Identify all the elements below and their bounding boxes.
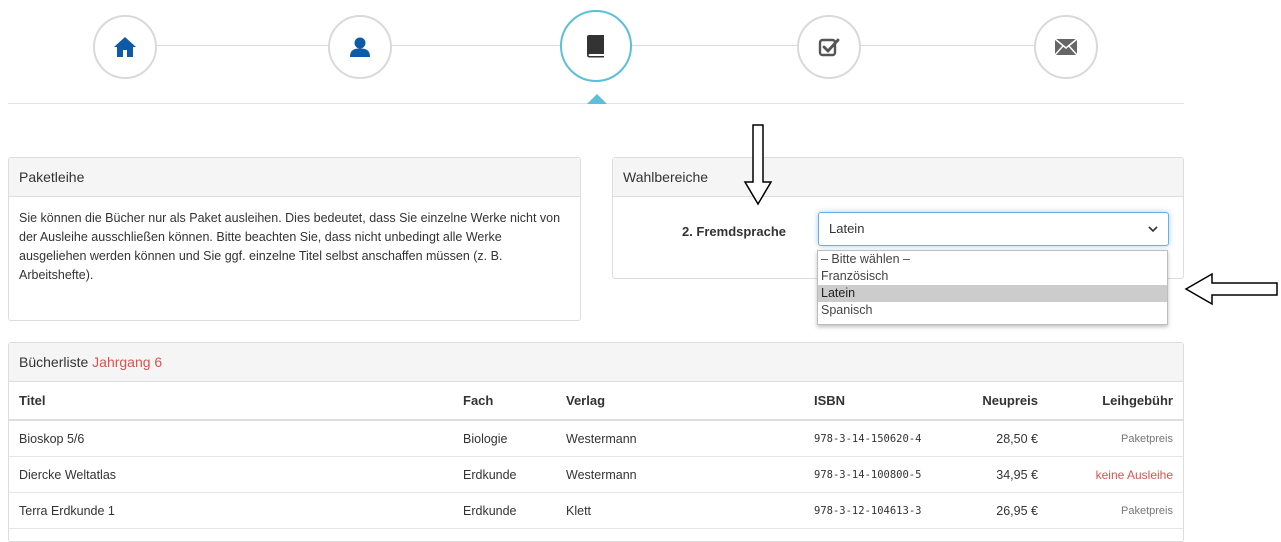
- user-icon: [350, 37, 370, 57]
- table-row: Bioskop 5/6 Biologie Westermann 978-3-14…: [9, 420, 1183, 457]
- column-header-leihgebuehr: Leihgebühr: [1048, 382, 1183, 421]
- cell-neupreis: 28,50 €: [958, 420, 1048, 457]
- step-confirm[interactable]: [797, 15, 861, 79]
- cell-verlag: Westermann: [556, 456, 804, 493]
- book-icon: [587, 35, 604, 58]
- jahrgang-label: Jahrgang 6: [92, 354, 163, 370]
- step-books[interactable]: [560, 10, 632, 82]
- table-header-row: Titel Fach Verlag ISBN Neupreis Leihgebü…: [9, 382, 1183, 421]
- column-header-verlag: Verlag: [556, 382, 804, 421]
- table-row: Terra Erdkunde 1 Erdkunde Klett 978-3-12…: [9, 492, 1183, 529]
- dropdown-option[interactable]: Französisch: [818, 268, 1167, 285]
- cell-leihgebuehr: Paketpreis: [1048, 492, 1183, 529]
- step-home[interactable]: [93, 15, 157, 79]
- dropdown-option[interactable]: Spanisch: [818, 302, 1167, 319]
- wizard-stepper: [0, 0, 1281, 120]
- dropdown-option[interactable]: – Bitte wählen –: [818, 251, 1167, 268]
- paketleihe-text: Sie können die Bücher nur als Paket ausl…: [19, 211, 561, 282]
- annotation-arrow-left-icon: [1184, 272, 1278, 306]
- envelope-icon: [1054, 38, 1078, 56]
- select-current-value: Latein: [829, 221, 865, 236]
- column-header-isbn: ISBN: [804, 382, 958, 421]
- cell-fach: Biologie: [453, 420, 556, 457]
- buecherliste-title-prefix: Bücherliste: [19, 354, 89, 370]
- wahlbereiche-title: Wahlbereiche: [613, 158, 1183, 197]
- table-row: Diercke Weltatlas Erdkunde Westermann 97…: [9, 456, 1183, 493]
- buecherliste-panel: Bücherliste Jahrgang 6 Titel Fach Verlag…: [8, 342, 1184, 542]
- check-square-icon: [818, 38, 840, 57]
- cell-fach: Erdkunde: [453, 456, 556, 493]
- chevron-down-icon: [1148, 226, 1158, 233]
- cell-leihgebuehr: keine Ausleihe: [1048, 456, 1183, 493]
- paketleihe-panel: Paketleihe Sie können die Bücher nur als…: [8, 157, 581, 321]
- buecherliste-title: Bücherliste Jahrgang 6: [9, 343, 1183, 382]
- active-step-caret: [587, 94, 607, 104]
- buecher-table: Titel Fach Verlag ISBN Neupreis Leihgebü…: [9, 382, 1183, 529]
- cell-isbn: 978-3-14-100800-5: [804, 456, 958, 493]
- cell-fach: Erdkunde: [453, 492, 556, 529]
- cell-isbn: 978-3-12-104613-3: [804, 492, 958, 529]
- cell-titel: Diercke Weltatlas: [9, 456, 453, 493]
- cell-verlag: Klett: [556, 492, 804, 529]
- cell-isbn: 978-3-14-150620-4: [804, 420, 958, 457]
- column-header-neupreis: Neupreis: [958, 382, 1048, 421]
- column-header-titel: Titel: [9, 382, 453, 421]
- step-user[interactable]: [328, 15, 392, 79]
- cell-leihgebuehr: Paketpreis: [1048, 420, 1183, 457]
- cell-verlag: Westermann: [556, 420, 804, 457]
- fremdsprache-dropdown-list: – Bitte wählen – Französisch Latein Span…: [817, 250, 1168, 325]
- fremdsprache-label: 2. Fremdsprache: [681, 224, 786, 239]
- fremdsprache-select[interactable]: Latein: [818, 212, 1169, 246]
- annotation-arrow-down-icon: [743, 124, 773, 206]
- cell-titel: Terra Erdkunde 1: [9, 492, 453, 529]
- cell-titel: Bioskop 5/6: [9, 420, 453, 457]
- cell-neupreis: 26,95 €: [958, 492, 1048, 529]
- dropdown-option-selected[interactable]: Latein: [818, 285, 1167, 302]
- column-header-fach: Fach: [453, 382, 556, 421]
- home-icon: [114, 37, 136, 57]
- cell-neupreis: 34,95 €: [958, 456, 1048, 493]
- step-send[interactable]: [1034, 15, 1098, 79]
- paketleihe-title: Paketleihe: [9, 158, 580, 197]
